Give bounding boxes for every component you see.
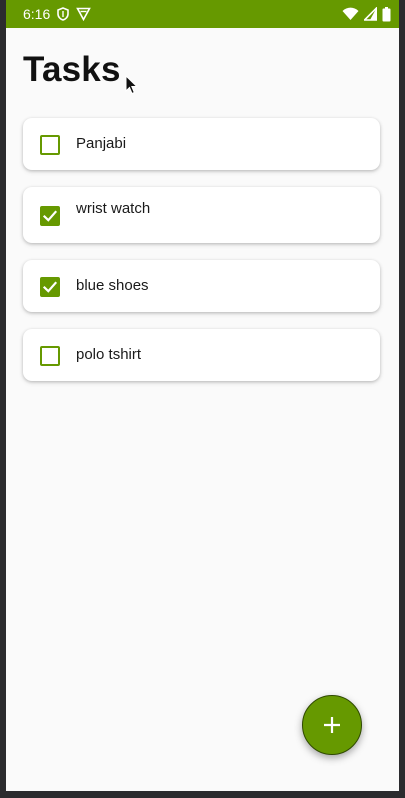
task-checkbox[interactable]	[40, 277, 60, 297]
wifi-icon	[342, 7, 359, 21]
checkmark-icon	[42, 210, 58, 222]
task-checkbox[interactable]	[40, 135, 60, 155]
app-screen: 6:16 Tasks Panjabi wrist watch blue shoe…	[6, 0, 399, 791]
checkmark-icon	[42, 281, 58, 293]
status-time: 6:16	[23, 6, 51, 22]
task-label: blue shoes	[76, 277, 149, 294]
plus-icon	[324, 717, 340, 733]
task-item[interactable]: blue shoes	[23, 260, 380, 312]
signal-icon	[364, 7, 377, 21]
task-label: polo tshirt	[76, 346, 142, 363]
task-item[interactable]: wrist watch	[23, 187, 380, 243]
mouse-cursor-icon	[125, 74, 139, 100]
task-list: Panjabi wrist watch blue shoes polo tshi…	[23, 118, 380, 398]
task-item[interactable]: Panjabi	[23, 118, 380, 170]
status-left: 6:16	[23, 6, 92, 22]
add-task-button[interactable]	[302, 695, 362, 755]
battery-icon	[382, 6, 391, 22]
status-right	[342, 6, 391, 22]
task-checkbox[interactable]	[40, 206, 60, 226]
vpn-icon	[76, 7, 92, 21]
task-checkbox[interactable]	[40, 346, 60, 366]
status-bar: 6:16	[6, 0, 399, 28]
task-label: wrist watch	[76, 200, 151, 217]
shield-icon	[56, 7, 70, 21]
page-title: Tasks	[23, 50, 121, 89]
task-item[interactable]: polo tshirt	[23, 329, 380, 381]
task-label: Panjabi	[76, 135, 127, 152]
